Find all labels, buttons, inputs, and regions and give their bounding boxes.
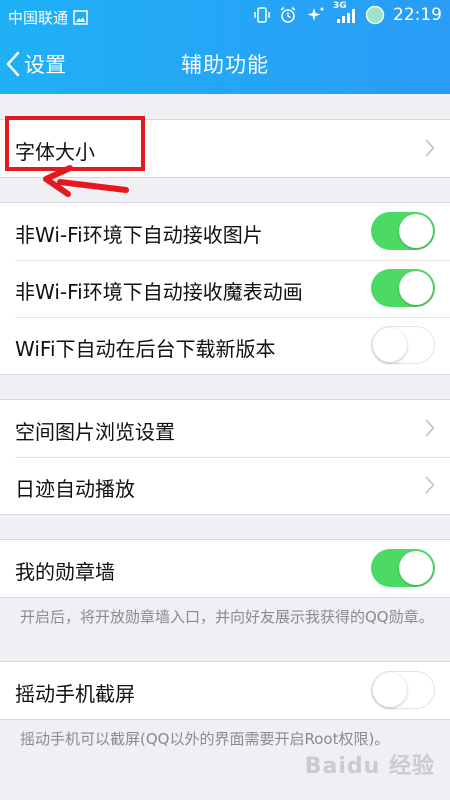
page-title: 辅助功能 [181,53,269,77]
auto-receive-animations-row: 非Wi-Fi环境下自动接收魔表动画 [0,260,450,317]
watermark-logo: Baidu 经验 [304,754,435,779]
qzone-photo-settings-row[interactable]: 空间图片浏览设置 [0,400,450,457]
medal-wall-description: 开启后，将开放勋章墙入口，并向好友展示我获得的QQ勋章。 [20,608,434,626]
group-medal: 我的勋章墙 [0,539,450,598]
signal-icon: 3G [333,1,357,25]
chevron-right-icon [425,419,435,437]
carrier-name: 中国联通 [8,9,69,27]
wifi-auto-update-row: WiFi下自动在后台下载新版本 [0,317,450,374]
shake-screenshot-toggle[interactable] [371,671,435,709]
auto-receive-animations-toggle[interactable] [371,269,435,307]
status-bar: 中国联通 3G 22:19 [0,0,450,34]
sparkle-icon [305,6,325,24]
nav-bar: 设置 辅助功能 [0,34,450,94]
auto-receive-animations-label: 非Wi-Fi环境下自动接收魔表动画 [15,280,303,304]
group-media: 非Wi-Fi环境下自动接收图片 非Wi-Fi环境下自动接收魔表动画 WiFi下自… [0,202,450,375]
toggle-knob [373,673,407,707]
group-shake: 摇动手机截屏 [0,661,450,720]
battery-icon [365,5,385,25]
chevron-right-icon [425,139,435,157]
story-autoplay-row[interactable]: 日迹自动播放 [0,457,450,514]
medal-wall-row: 我的勋章墙 [0,540,450,597]
wifi-auto-update-toggle[interactable] [371,326,435,364]
qzone-photo-settings-label: 空间图片浏览设置 [15,420,175,444]
status-left: 中国联通 [8,7,88,28]
toggle-knob [399,271,433,305]
status-right: 3G 22:19 [253,1,442,25]
toggle-knob [373,328,407,362]
network-type: 3G [333,1,347,11]
shake-screenshot-row: 摇动手机截屏 [0,662,450,719]
image-notification-icon [73,10,88,25]
auto-receive-images-row: 非Wi-Fi环境下自动接收图片 [0,203,450,260]
medal-wall-label: 我的勋章墙 [15,560,115,584]
annotation-arrow-icon [43,165,129,197]
shake-screenshot-label: 摇动手机截屏 [15,682,135,706]
auto-receive-images-label: 非Wi-Fi环境下自动接收图片 [15,223,263,247]
alarm-icon [279,6,297,24]
auto-receive-images-toggle[interactable] [371,212,435,250]
group-browse: 空间图片浏览设置 日迹自动播放 [0,399,450,515]
toggle-knob [399,551,433,585]
chevron-right-icon [425,476,435,494]
status-time: 22:19 [393,5,442,25]
medal-wall-toggle[interactable] [371,549,435,587]
app-header: 中国联通 3G 22:19 设置 辅助功能 [0,0,450,94]
story-autoplay-label: 日迹自动播放 [15,477,135,501]
vibrate-icon [253,6,271,24]
wifi-auto-update-label: WiFi下自动在后台下载新版本 [15,337,276,361]
toggle-knob [399,214,433,248]
